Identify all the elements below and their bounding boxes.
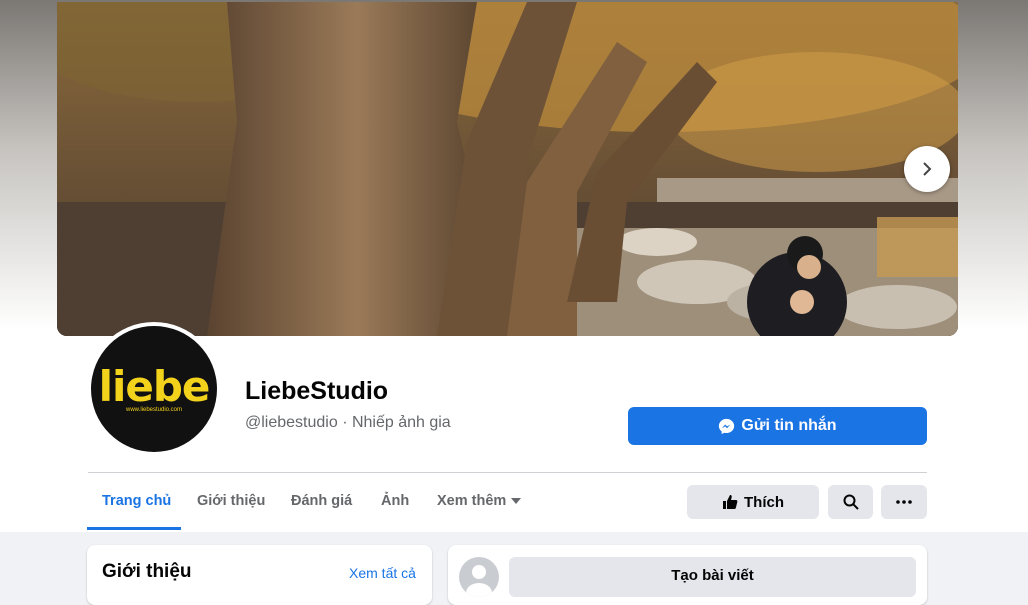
search-icon — [843, 494, 859, 510]
cover-photo[interactable] — [57, 2, 958, 336]
create-post-input[interactable]: Tạo bài viết — [509, 557, 916, 597]
thumbs-up-icon — [723, 495, 738, 509]
page-title: LiebeStudio — [245, 377, 389, 405]
like-button[interactable]: Thích — [687, 485, 819, 519]
cover-next-button[interactable] — [904, 146, 950, 192]
search-button[interactable] — [828, 485, 873, 519]
tab-home[interactable]: Trang chủ — [102, 493, 171, 509]
messenger-icon — [719, 418, 735, 434]
more-icon — [896, 500, 912, 504]
tab-about[interactable]: Giới thiệu — [197, 493, 265, 509]
tab-reviews[interactable]: Đánh giá — [291, 493, 352, 509]
tab-photos[interactable]: Ảnh — [381, 493, 409, 509]
send-message-button[interactable]: Gửi tin nhắn — [628, 407, 927, 445]
cover-photo-image — [57, 2, 958, 336]
logo-url: www.liebestudio.com — [125, 407, 183, 413]
tab-more[interactable]: Xem thêm — [437, 493, 522, 509]
like-label: Thích — [744, 493, 784, 511]
chevron-right-icon — [923, 162, 932, 176]
send-message-label: Gửi tin nhắn — [741, 417, 837, 434]
page-handle-category: @liebestudio · Nhiếp ảnh gia — [245, 414, 451, 431]
user-silhouette-icon — [466, 565, 492, 597]
tab-more-label: Xem thêm — [437, 493, 507, 509]
active-tab-indicator — [87, 527, 181, 530]
intro-title: Giới thiệu — [102, 561, 192, 582]
logo-text: liebe — [98, 362, 211, 411]
logo: liebe www.liebestudio.com — [91, 326, 217, 452]
header-divider — [88, 472, 927, 473]
more-options-button[interactable] — [881, 485, 927, 519]
see-all-link[interactable]: Xem tất cả — [349, 565, 416, 581]
user-avatar[interactable] — [459, 557, 499, 597]
profile-avatar[interactable]: liebe www.liebestudio.com — [87, 322, 221, 456]
caret-down-icon — [511, 498, 522, 504]
